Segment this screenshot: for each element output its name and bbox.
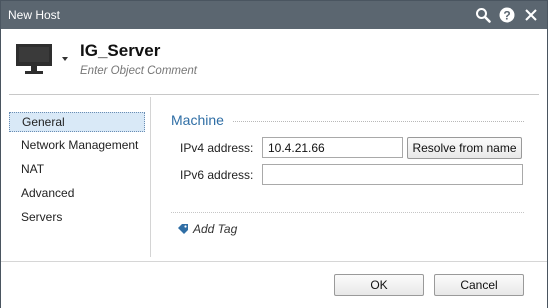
cancel-button[interactable]: Cancel bbox=[434, 274, 524, 296]
add-tag-link[interactable]: Add Tag bbox=[193, 222, 237, 236]
help-icon[interactable]: ? bbox=[498, 6, 516, 24]
close-icon[interactable] bbox=[522, 6, 540, 24]
section-divider bbox=[233, 121, 524, 122]
object-comment-field[interactable]: Enter Object Comment bbox=[80, 65, 197, 77]
object-header: IG_Server Enter Object Comment bbox=[1, 29, 547, 94]
tag-icon[interactable] bbox=[177, 223, 189, 238]
new-host-dialog: New Host ? IG_Server Enter Object Commen… bbox=[0, 0, 548, 308]
sidebar-item-advanced[interactable]: Advanced bbox=[9, 184, 145, 204]
svg-text:?: ? bbox=[503, 9, 510, 23]
ipv6-address-input[interactable] bbox=[262, 164, 523, 185]
object-name[interactable]: IG_Server bbox=[80, 41, 160, 61]
header-divider bbox=[9, 94, 539, 95]
ipv4-label: IPv4 address: bbox=[180, 141, 254, 155]
sidebar-item-general[interactable]: General bbox=[9, 112, 145, 132]
section-title-machine: Machine bbox=[171, 112, 224, 128]
search-icon[interactable] bbox=[474, 6, 492, 24]
sidebar-divider bbox=[150, 97, 151, 257]
dialog-footer: OK Cancel bbox=[1, 261, 547, 308]
sidebar-item-servers[interactable]: Servers bbox=[9, 208, 145, 228]
window-title: New Host bbox=[8, 8, 61, 22]
ok-button[interactable]: OK bbox=[334, 274, 424, 296]
sidebar-item-nat[interactable]: NAT bbox=[9, 160, 145, 180]
ipv6-label: IPv6 address: bbox=[180, 168, 254, 182]
sidebar-item-network-management[interactable]: Network Management bbox=[9, 136, 145, 156]
ipv4-address-input[interactable] bbox=[262, 137, 403, 158]
resolve-from-name-button[interactable]: Resolve from name bbox=[407, 137, 522, 159]
host-monitor-icon[interactable] bbox=[15, 43, 53, 78]
chevron-down-icon[interactable] bbox=[62, 57, 68, 61]
tags-divider bbox=[171, 212, 524, 213]
title-bar[interactable]: New Host ? bbox=[1, 1, 547, 29]
